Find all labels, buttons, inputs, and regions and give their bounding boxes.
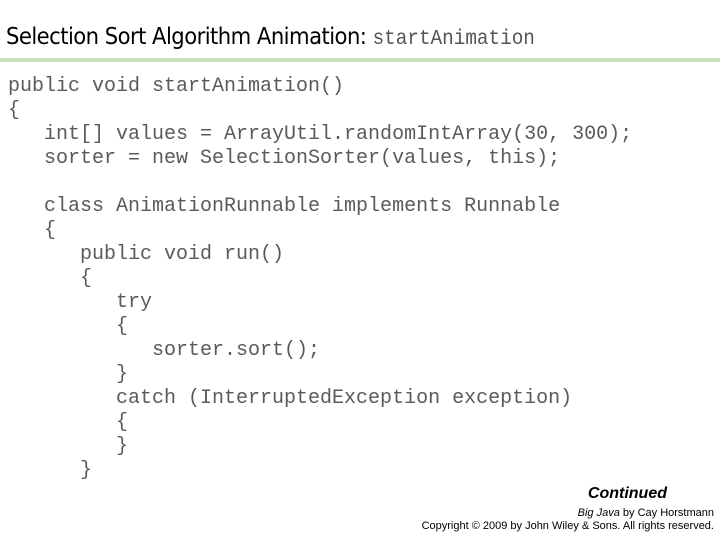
code-line: { bbox=[8, 219, 57, 242]
book-title: Big Java bbox=[577, 507, 620, 519]
code-line: { bbox=[8, 315, 129, 338]
slide-title-code: startAnimation bbox=[372, 28, 535, 51]
slide-title-text: Selection Sort Algorithm Animation: bbox=[6, 24, 367, 50]
credit-block: Big Java by Cay Horstmann Copyright © 20… bbox=[422, 507, 714, 533]
copyright-notice: Copyright © 2009 by John Wiley & Sons. A… bbox=[421, 520, 714, 532]
code-line: sorter = new SelectionSorter(values, thi… bbox=[8, 147, 561, 170]
code-line: int[] values = ArrayUtil.randomIntArray(… bbox=[8, 123, 633, 146]
code-line: class AnimationRunnable implements Runna… bbox=[8, 195, 561, 218]
code-line: { bbox=[8, 411, 129, 434]
code-line: public void startAnimation() bbox=[8, 75, 345, 98]
code-line: } bbox=[8, 459, 93, 482]
code-line: } bbox=[8, 435, 129, 458]
book-author: by Cay Horstmann bbox=[619, 507, 714, 519]
code-line: { bbox=[8, 267, 93, 290]
code-line: sorter.sort(); bbox=[8, 339, 321, 362]
title-divider bbox=[0, 58, 720, 62]
code-line: { bbox=[8, 99, 21, 122]
book-credit: Big Java by Cay Horstmann bbox=[422, 507, 714, 520]
code-listing: public void startAnimation(){ int[] valu… bbox=[8, 75, 632, 483]
code-line: try bbox=[8, 291, 153, 314]
continued-label: Continued bbox=[587, 485, 667, 502]
code-line: public void run() bbox=[8, 243, 285, 266]
code-line: catch (InterruptedException exception) bbox=[8, 387, 573, 410]
slide-title: Selection Sort Algorithm Animation: star… bbox=[6, 24, 535, 51]
code-line: } bbox=[8, 363, 129, 386]
